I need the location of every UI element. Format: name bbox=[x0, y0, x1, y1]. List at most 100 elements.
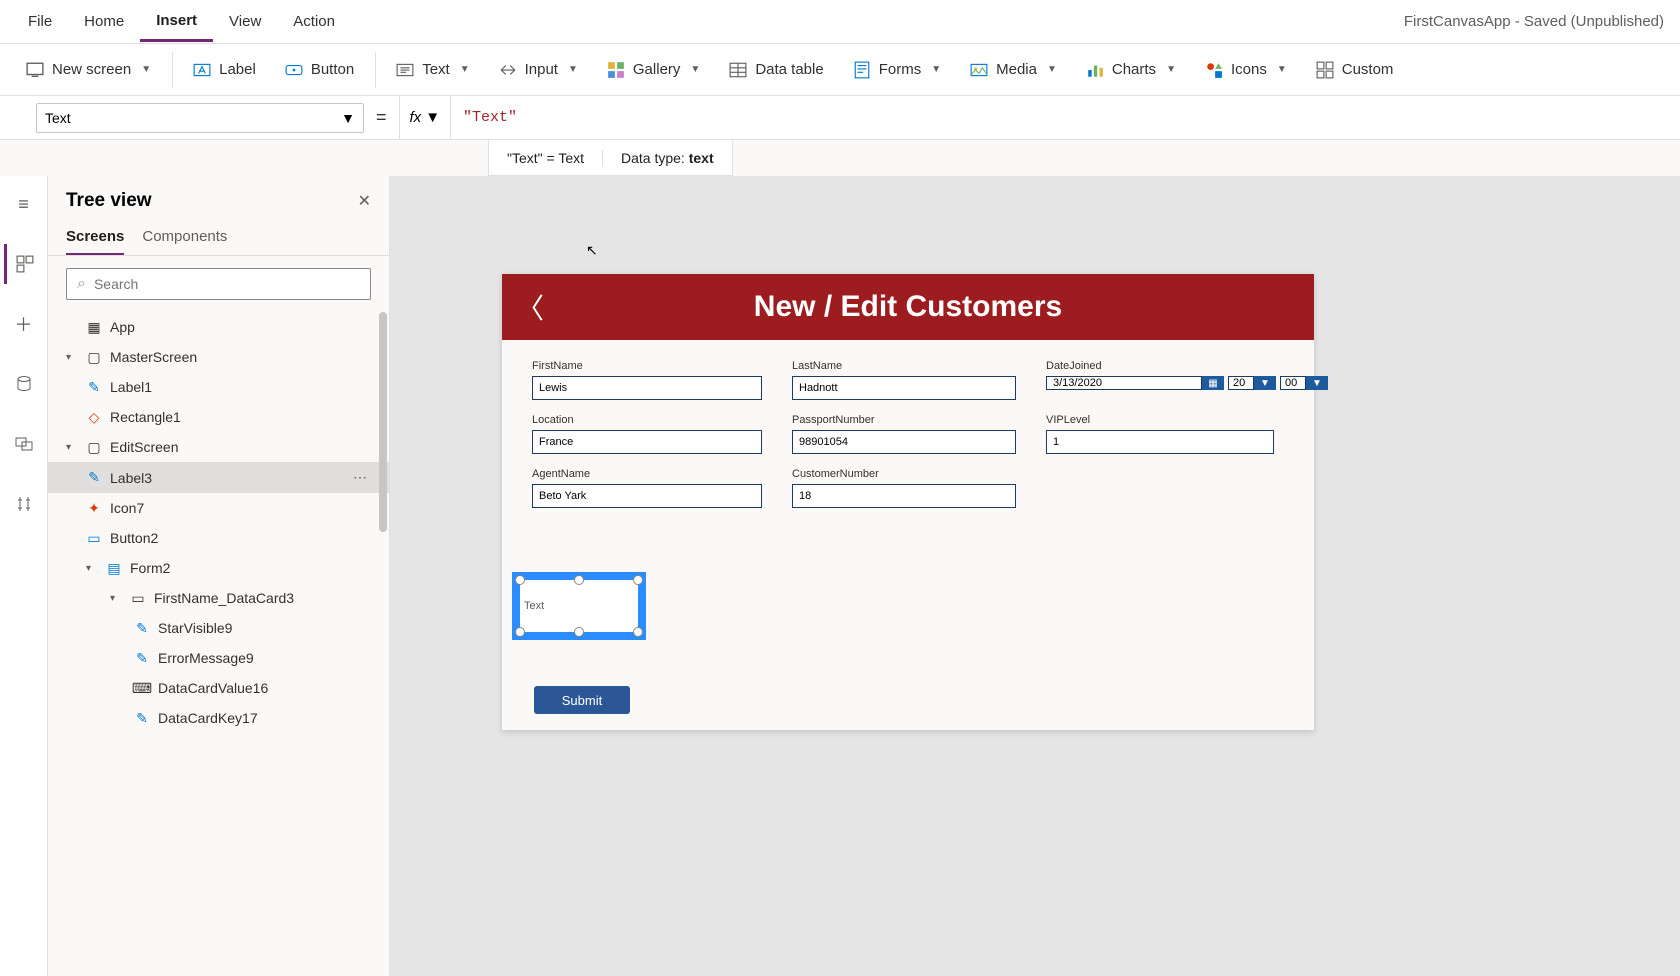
rail-advanced[interactable] bbox=[4, 484, 44, 524]
chevron-down-icon: ▼ bbox=[931, 64, 941, 75]
resize-handle[interactable] bbox=[574, 575, 584, 585]
canvas-area[interactable]: ↖ 〈 New / Edit Customers FirstName LastN… bbox=[390, 176, 1680, 976]
chevron-down-icon: ▼ bbox=[341, 110, 355, 126]
formula-hint: "Text" = Text Data type: text bbox=[488, 140, 733, 176]
custnum-field[interactable] bbox=[792, 484, 1016, 508]
location-field[interactable] bbox=[532, 430, 762, 454]
lastname-field[interactable] bbox=[792, 376, 1016, 400]
tab-screens[interactable]: Screens bbox=[66, 220, 124, 255]
passport-label: PassportNumber bbox=[792, 414, 1016, 426]
forms-dropdown[interactable]: Forms▼ bbox=[839, 51, 956, 89]
resize-handle[interactable] bbox=[633, 575, 643, 585]
formula-input[interactable]: "Text" bbox=[451, 109, 529, 126]
hint-datatype: Data type: text bbox=[602, 150, 732, 166]
tree-node-editscreen[interactable]: ▾▢EditScreen bbox=[48, 432, 389, 462]
rail-insert[interactable]: ＋ bbox=[4, 304, 44, 344]
text-dropdown[interactable]: Text▼ bbox=[382, 51, 484, 89]
menu-view[interactable]: View bbox=[213, 3, 277, 40]
charts-dropdown[interactable]: Charts▼ bbox=[1072, 51, 1191, 89]
label-icon: ✎ bbox=[134, 620, 150, 636]
screen-icon: ▢ bbox=[86, 439, 102, 455]
hour-field[interactable] bbox=[1228, 376, 1254, 390]
tree-search[interactable]: ⌕ bbox=[66, 268, 371, 300]
tree-node-button2[interactable]: ▭Button2 bbox=[48, 523, 389, 553]
text-icon bbox=[396, 61, 414, 79]
rail-data[interactable] bbox=[4, 364, 44, 404]
agent-field[interactable] bbox=[532, 484, 762, 508]
screen-title: New / Edit Customers bbox=[558, 290, 1314, 324]
menu-bar: File Home Insert View Action FirstCanvas… bbox=[0, 0, 1680, 44]
input-icon bbox=[499, 61, 517, 79]
left-rail: ≡ ＋ bbox=[0, 176, 48, 976]
chevron-down-icon[interactable]: ▼ bbox=[1306, 376, 1328, 390]
menu-action[interactable]: Action bbox=[277, 3, 351, 40]
collapse-icon[interactable]: ▾ bbox=[86, 563, 98, 574]
close-icon[interactable]: ✕ bbox=[358, 191, 371, 211]
tree-search-input[interactable] bbox=[94, 276, 360, 292]
tree-node-label3[interactable]: ✎Label3⋯ bbox=[48, 462, 389, 493]
button-button[interactable]: Button bbox=[271, 51, 369, 89]
rail-hamburger[interactable]: ≡ bbox=[4, 184, 44, 224]
tree-node-icon7[interactable]: ✦Icon7 bbox=[48, 493, 389, 523]
tree-node-datacardvalue[interactable]: ⌨DataCardValue16 bbox=[48, 673, 389, 703]
tree-node-firstname-datacard[interactable]: ▾▭FirstName_DataCard3 bbox=[48, 583, 389, 613]
tree-node-masterscreen[interactable]: ▾▢MasterScreen bbox=[48, 342, 389, 372]
datejoined-field[interactable] bbox=[1046, 376, 1202, 390]
more-icon[interactable]: ⋯ bbox=[353, 469, 369, 486]
tree-node-datacardkey[interactable]: ✎DataCardKey17 bbox=[48, 703, 389, 733]
tree-node-label1[interactable]: ✎Label1 bbox=[48, 372, 389, 402]
editscreen-preview[interactable]: 〈 New / Edit Customers FirstName LastNam… bbox=[502, 274, 1314, 730]
label-icon: ✎ bbox=[86, 379, 102, 395]
chevron-down-icon: ▼ bbox=[1277, 64, 1287, 75]
back-icon[interactable]: 〈 bbox=[502, 287, 558, 327]
menu-file[interactable]: File bbox=[12, 3, 68, 40]
firstname-field[interactable] bbox=[532, 376, 762, 400]
tree-list: ▦App ▾▢MasterScreen ✎Label1 ◇Rectangle1 … bbox=[48, 312, 389, 976]
collapse-icon[interactable]: ▾ bbox=[66, 442, 78, 453]
tree-node-rectangle1[interactable]: ◇Rectangle1 bbox=[48, 402, 389, 432]
calendar-icon[interactable]: ▦ bbox=[1202, 376, 1224, 390]
input-dropdown[interactable]: Input▼ bbox=[485, 51, 593, 89]
minute-field[interactable] bbox=[1280, 376, 1306, 390]
data-table-button[interactable]: Data table bbox=[715, 51, 838, 89]
collapse-icon[interactable]: ▾ bbox=[66, 352, 78, 363]
tab-components[interactable]: Components bbox=[142, 220, 227, 255]
scrollbar-thumb[interactable] bbox=[379, 312, 387, 532]
button-icon: ▭ bbox=[86, 530, 102, 546]
selected-label-control[interactable]: Text bbox=[512, 572, 646, 640]
chevron-down-icon[interactable]: ▼ bbox=[1254, 376, 1276, 390]
media-dropdown[interactable]: Media▼ bbox=[956, 51, 1072, 89]
custom-dropdown[interactable]: Custom bbox=[1302, 51, 1409, 89]
menu-insert[interactable]: Insert bbox=[140, 2, 213, 42]
chevron-down-icon: ▼ bbox=[1047, 64, 1057, 75]
new-screen-button[interactable]: New screen▼ bbox=[12, 51, 166, 89]
resize-handle[interactable] bbox=[574, 627, 584, 637]
submit-button[interactable]: Submit bbox=[534, 686, 630, 714]
resize-handle[interactable] bbox=[633, 627, 643, 637]
form-icon: ▤ bbox=[106, 560, 122, 576]
tree-view-pane: Tree view ✕ Screens Components ⌕ ▦App ▾▢… bbox=[48, 176, 390, 976]
property-selector[interactable]: Text ▼ bbox=[36, 103, 364, 133]
form-grid: FirstName LastName DateJoined ▦ ▼ ▼ Loca… bbox=[502, 340, 1314, 518]
chevron-down-icon: ▼ bbox=[568, 64, 578, 75]
gallery-dropdown[interactable]: Gallery▼ bbox=[593, 51, 715, 89]
label-icon: ✎ bbox=[134, 650, 150, 666]
rail-media[interactable] bbox=[4, 424, 44, 464]
resize-handle[interactable] bbox=[515, 575, 525, 585]
textinput-icon: ⌨ bbox=[134, 680, 150, 696]
tree-node-errormessage[interactable]: ✎ErrorMessage9 bbox=[48, 643, 389, 673]
resize-handle[interactable] bbox=[515, 627, 525, 637]
label-button[interactable]: Label bbox=[179, 51, 271, 89]
menu-home[interactable]: Home bbox=[68, 3, 140, 40]
vip-field[interactable] bbox=[1046, 430, 1274, 454]
tree-node-app[interactable]: ▦App bbox=[48, 312, 389, 342]
tree-node-form2[interactable]: ▾▤Form2 bbox=[48, 553, 389, 583]
collapse-icon[interactable]: ▾ bbox=[110, 593, 122, 604]
fx-button[interactable]: fx▼ bbox=[399, 96, 452, 139]
datejoined-label: DateJoined bbox=[1046, 360, 1274, 372]
passport-field[interactable] bbox=[792, 430, 1016, 454]
rail-tree-view[interactable] bbox=[4, 244, 44, 284]
app-status: FirstCanvasApp - Saved (Unpublished) bbox=[1404, 13, 1668, 30]
icons-dropdown[interactable]: Icons▼ bbox=[1191, 51, 1302, 89]
tree-node-starvisible[interactable]: ✎StarVisible9 bbox=[48, 613, 389, 643]
